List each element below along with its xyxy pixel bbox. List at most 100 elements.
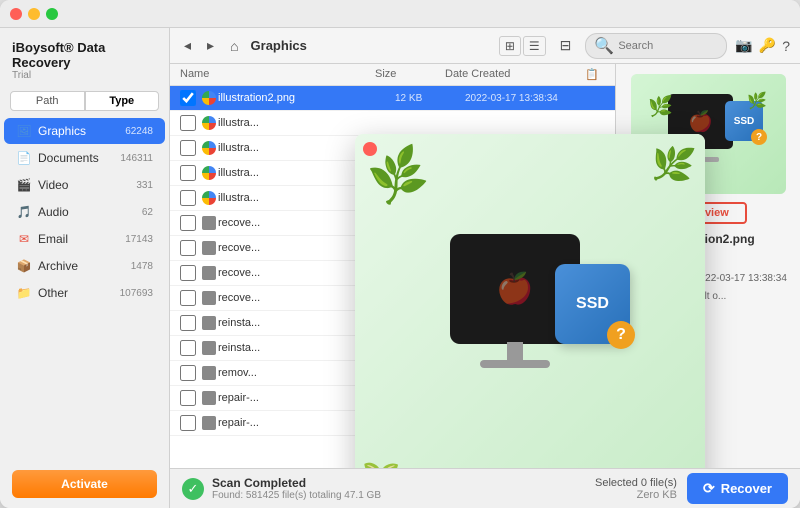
- tab-path[interactable]: Path: [10, 91, 85, 111]
- search-input[interactable]: [618, 40, 718, 52]
- recovery-icon-13: [202, 391, 216, 405]
- sidebar-item-graphics[interactable]: 🖼 Graphics 62248: [4, 118, 165, 144]
- content-area: ◂ ▸ ⌂ Graphics ⊞ ☰ ⊟ 🔍 📷 🔑 ?: [170, 28, 800, 508]
- sidebar-label-graphics: Graphics: [38, 124, 125, 138]
- sidebar-label-audio: Audio: [38, 205, 142, 219]
- file-checkbox-11[interactable]: [180, 340, 196, 356]
- file-checkbox-8[interactable]: [180, 265, 196, 281]
- brand-area: iBoysoft® Data Recovery Trial: [0, 28, 169, 85]
- status-bar: ✓ Scan Completed Found: 581425 file(s) t…: [170, 468, 800, 508]
- date-value: 2022-03-17 13:38:34: [694, 270, 787, 288]
- toolbar: ◂ ▸ ⌂ Graphics ⊞ ☰ ⊟ 🔍 📷 🔑 ?: [170, 28, 800, 64]
- recovery-icon-9: [202, 291, 216, 305]
- grid-view-button[interactable]: ⊞: [499, 36, 521, 56]
- email-icon: ✉: [16, 231, 32, 247]
- documents-icon: 📄: [16, 150, 32, 166]
- modal-image: 🌿 🌿 🌱 SSD ?: [355, 134, 705, 468]
- sidebar-count-documents: 146311: [120, 153, 153, 164]
- activate-section: Activate: [0, 460, 169, 508]
- col-name-header: Name: [180, 68, 375, 81]
- maximize-button[interactable]: [46, 8, 58, 20]
- file-row[interactable]: illustration2.png 12 KB 2022-03-17 13:38…: [170, 86, 615, 111]
- file-row[interactable]: illustra...: [170, 111, 615, 136]
- ssd-illustration: SSD ?: [555, 264, 630, 344]
- recovery-icon-10: [202, 316, 216, 330]
- col-size-header: Size: [375, 68, 445, 81]
- file-name-1: illustration2.png: [218, 92, 395, 104]
- col-actions-header: 📋: [585, 68, 605, 81]
- file-list-header: Name Size Date Created 📋: [170, 64, 615, 86]
- file-checkbox-13[interactable]: [180, 390, 196, 406]
- file-checkbox-12[interactable]: [180, 365, 196, 381]
- sidebar-count-email: 17143: [125, 234, 153, 245]
- view-toggle: ⊞ ☰: [499, 36, 546, 56]
- col-date-header: Date Created: [445, 68, 585, 81]
- back-button[interactable]: ◂: [180, 35, 195, 56]
- tab-type[interactable]: Type: [85, 91, 160, 111]
- imac-base: [480, 360, 550, 368]
- file-checkbox-10[interactable]: [180, 315, 196, 331]
- file-checkbox-4[interactable]: [180, 165, 196, 181]
- imac-stand: [507, 342, 523, 362]
- close-button[interactable]: [10, 8, 22, 20]
- file-checkbox-14[interactable]: [180, 415, 196, 431]
- selected-info: Selected 0 file(s) Zero KB: [595, 477, 677, 501]
- leaf-tr-icon: 🌿: [648, 141, 698, 189]
- sidebar: iBoysoft® Data Recovery Trial Path Type …: [0, 28, 170, 508]
- sidebar-count-graphics: 62248: [125, 126, 153, 137]
- sidebar-items-list: 🖼 Graphics 62248 📄 Documents 146311 🎬 Vi…: [0, 117, 169, 460]
- recovery-icon-7: [202, 241, 216, 255]
- sidebar-item-archive[interactable]: 📦 Archive 1478: [4, 253, 165, 279]
- file-area: Name Size Date Created 📋 illustration2.p…: [170, 64, 800, 468]
- ssd-label: SSD: [576, 295, 609, 313]
- toolbar-right-icons: 📷 🔑 ?: [735, 37, 790, 54]
- brand-name: iBoysoft® Data Recovery: [12, 40, 157, 70]
- file-checkbox-1[interactable]: [180, 90, 196, 106]
- imac-illustration: SSD ?: [420, 224, 640, 414]
- chrome-icon-5: [202, 191, 216, 205]
- file-checkbox-5[interactable]: [180, 190, 196, 206]
- file-checkbox-9[interactable]: [180, 290, 196, 306]
- modal-close-button[interactable]: [363, 142, 377, 156]
- file-checkbox-6[interactable]: [180, 215, 196, 231]
- chrome-icon-4: [202, 166, 216, 180]
- sidebar-item-video[interactable]: 🎬 Video 331: [4, 172, 165, 198]
- scan-status: Scan Completed Found: 581425 file(s) tot…: [212, 476, 381, 501]
- selected-size: Zero KB: [595, 489, 677, 501]
- file-checkbox-7[interactable]: [180, 240, 196, 256]
- scan-complete-icon: ✓: [182, 478, 204, 500]
- file-size-1: 12 KB: [395, 93, 465, 104]
- sidebar-item-audio[interactable]: 🎵 Audio 62: [4, 199, 165, 225]
- sidebar-item-documents[interactable]: 📄 Documents 146311: [4, 145, 165, 171]
- list-view-button[interactable]: ☰: [523, 36, 546, 56]
- file-checkbox-3[interactable]: [180, 140, 196, 156]
- recovery-icon-14: [202, 416, 216, 430]
- file-name-2: illustra...: [218, 117, 395, 129]
- filter-button[interactable]: ⊟: [554, 35, 578, 56]
- sidebar-item-email[interactable]: ✉ Email 17143: [4, 226, 165, 252]
- ssd-question-icon: ?: [607, 321, 635, 349]
- sidebar-label-email: Email: [38, 232, 125, 246]
- traffic-lights: [10, 8, 58, 20]
- preview-modal: 🌿 🌿 🌱 SSD ?: [355, 134, 705, 468]
- recover-button[interactable]: ⟳ Recover: [687, 473, 788, 504]
- leaf-bl-icon: 🌱: [356, 455, 401, 468]
- minimize-button[interactable]: [28, 8, 40, 20]
- titlebar: [0, 0, 800, 28]
- other-icon: 📁: [16, 285, 32, 301]
- sidebar-label-archive: Archive: [38, 259, 131, 273]
- scan-detail: Found: 581425 file(s) totaling 47.1 GB: [212, 490, 381, 501]
- home-button[interactable]: ⌂: [226, 36, 242, 56]
- activate-button[interactable]: Activate: [12, 470, 157, 498]
- chrome-icon-3: [202, 141, 216, 155]
- help-icon-button[interactable]: ?: [782, 37, 790, 54]
- chrome-icon-2: [202, 116, 216, 130]
- key-icon-button[interactable]: 🔑: [759, 37, 776, 54]
- file-checkbox-2[interactable]: [180, 115, 196, 131]
- sidebar-count-audio: 62: [142, 207, 153, 218]
- graphics-icon: 🖼: [16, 123, 32, 139]
- sidebar-item-other[interactable]: 📁 Other 107693: [4, 280, 165, 306]
- camera-icon-button[interactable]: 📷: [735, 37, 752, 54]
- forward-button[interactable]: ▸: [203, 35, 218, 56]
- sidebar-label-other: Other: [38, 286, 120, 300]
